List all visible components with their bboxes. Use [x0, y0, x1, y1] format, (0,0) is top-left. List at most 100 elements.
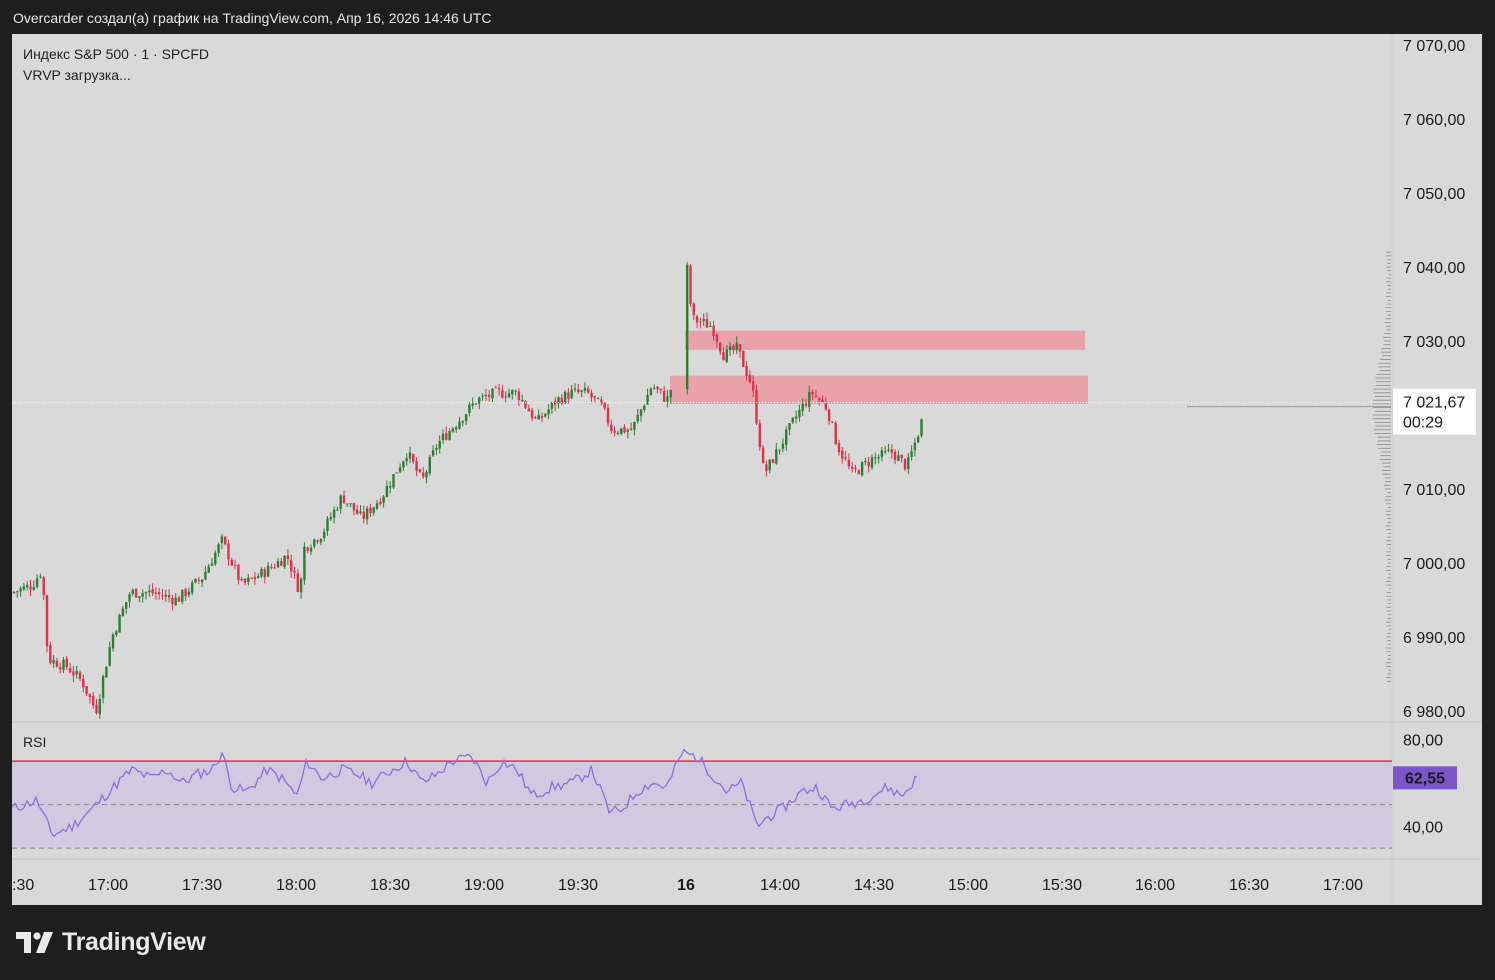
candle-body: [603, 402, 606, 409]
time-tick-label: 15:00: [948, 877, 988, 894]
candle: [662, 386, 666, 403]
time-tick-label: 17:00: [88, 877, 128, 894]
candle-body: [105, 666, 108, 678]
candle-body: [748, 374, 752, 382]
candle-body: [59, 667, 62, 670]
candle-body: [346, 503, 349, 505]
candle: [544, 412, 547, 418]
candle: [880, 446, 884, 462]
candle-body: [577, 389, 580, 393]
candle: [765, 460, 768, 477]
candle: [32, 580, 35, 591]
candle-body: [659, 388, 662, 391]
candle: [431, 445, 435, 457]
candle: [181, 589, 184, 605]
bar-countdown-timer: 00:29: [1403, 415, 1443, 432]
candle-body: [342, 495, 346, 504]
candle: [778, 449, 781, 455]
candle: [771, 458, 775, 464]
candle-body: [827, 409, 831, 422]
candle-body: [913, 442, 917, 451]
candle: [560, 393, 563, 406]
candle: [636, 408, 639, 424]
candle: [827, 408, 831, 425]
chart-frame[interactable]: 7 070,00 7 060,00 7 050,00 7 040,00 7 030,00…: [12, 34, 1482, 905]
candle-body: [408, 452, 412, 459]
candle: [395, 472, 398, 474]
candle-body: [910, 451, 913, 457]
candle-body: [583, 387, 587, 391]
candle-body: [181, 589, 184, 602]
candle-body: [415, 461, 418, 471]
candle: [903, 458, 907, 472]
symbol-title[interactable]: Индекс S&P 500 · 1 · SPCFD: [23, 44, 209, 65]
candle: [250, 577, 253, 580]
candle-body: [276, 561, 280, 568]
candle: [837, 439, 841, 456]
candle: [385, 480, 389, 498]
candle-body: [290, 560, 293, 572]
candle: [389, 481, 392, 494]
candle: [415, 457, 418, 476]
rsi-pane-label[interactable]: RSI: [23, 734, 46, 750]
candle: [408, 446, 412, 464]
candle: [639, 408, 643, 422]
candle-body: [101, 676, 105, 698]
candle: [600, 396, 603, 406]
candle: [791, 416, 794, 425]
candle-body: [369, 507, 372, 514]
candle: [616, 430, 620, 436]
candle-body: [854, 467, 857, 470]
candle: [768, 459, 771, 474]
candle: [293, 566, 296, 579]
candle: [418, 468, 422, 474]
time-tick-label: 19:00: [464, 877, 504, 894]
candle-body: [867, 462, 870, 467]
candle-body: [85, 686, 88, 694]
candle-body: [217, 544, 220, 553]
candle-body: [82, 679, 85, 688]
candle: [649, 387, 653, 396]
candle-body: [484, 394, 488, 397]
candle-body: [425, 471, 428, 478]
candle-body: [791, 417, 794, 423]
candle-body: [220, 536, 224, 543]
candle: [230, 557, 233, 567]
candle-body: [214, 552, 217, 565]
candle-body: [260, 569, 263, 577]
candle-body: [184, 589, 187, 597]
candle-body: [474, 403, 478, 405]
candle-body: [161, 595, 164, 597]
candle-body: [385, 486, 389, 497]
candle-body: [418, 469, 422, 472]
candle-body: [349, 503, 352, 505]
candle-body: [306, 547, 309, 551]
candle-body: [92, 695, 95, 706]
candle: [643, 404, 646, 413]
candle-body: [72, 671, 75, 676]
candle-body: [517, 391, 521, 401]
candle: [75, 666, 78, 679]
candle: [362, 505, 365, 524]
chart-canvas[interactable]: 7 070,00 7 060,00 7 050,00 7 040,00 7 030,00…: [12, 34, 1482, 905]
price-tick-label: 6 980,00: [1403, 704, 1465, 721]
candle-body: [243, 578, 247, 583]
candle-body: [405, 458, 408, 462]
candle: [303, 542, 306, 585]
candle: [847, 453, 851, 470]
candle-body: [890, 449, 893, 453]
candle: [474, 403, 478, 406]
candle: [141, 589, 144, 603]
candle-body: [686, 264, 689, 390]
candle-body: [834, 422, 837, 445]
candle: [323, 528, 326, 542]
candle: [738, 343, 742, 358]
candle: [686, 262, 689, 395]
candle-body: [481, 395, 484, 397]
candle-body: [187, 591, 191, 595]
candle: [128, 592, 131, 608]
candle-body: [158, 592, 161, 595]
candle-body: [138, 596, 141, 599]
candle-body: [365, 508, 369, 520]
candle-body: [623, 427, 626, 433]
